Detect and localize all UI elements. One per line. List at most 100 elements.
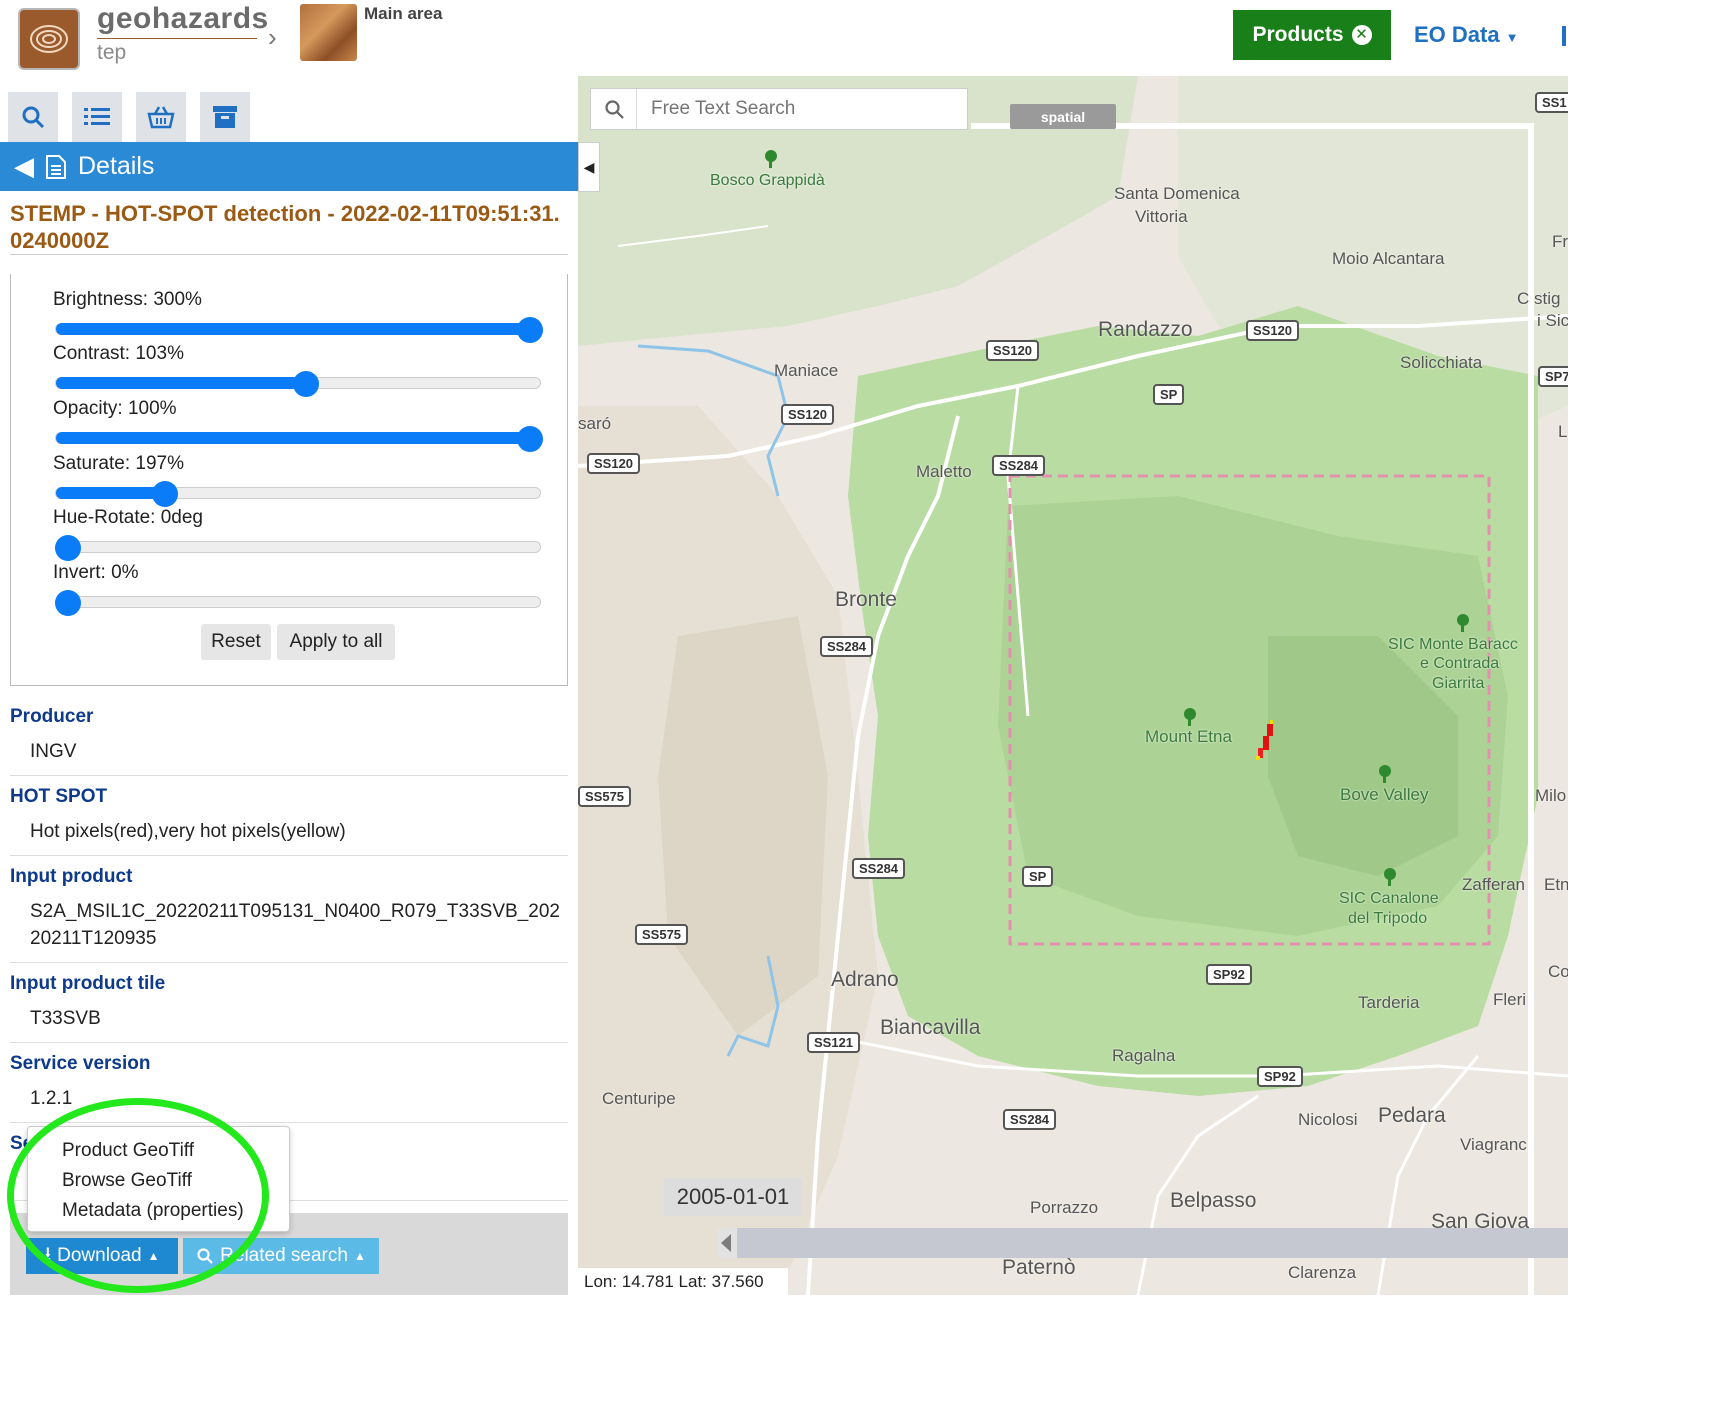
road-sign-label: SP7 xyxy=(1538,366,1568,387)
filter-slider[interactable] xyxy=(55,317,543,343)
meta-value: T33SVB xyxy=(30,1008,101,1029)
products-button[interactable]: Products ✕ xyxy=(1233,10,1391,60)
slider-label: Opacity: 100% xyxy=(53,398,177,419)
filter-slider[interactable] xyxy=(55,590,541,616)
map-view[interactable]: Bosco Grappidà Santa Domenica Vittoria Moio… xyxy=(578,76,1568,1295)
archive-icon xyxy=(213,106,237,128)
road-sign-label: SS120 xyxy=(781,404,835,425)
filter-slider[interactable] xyxy=(55,426,543,452)
filter-slider[interactable] xyxy=(55,481,541,507)
free-text-search-input[interactable] xyxy=(637,98,957,120)
map-place-label: Fleri xyxy=(1493,990,1527,1009)
geohazards-logo[interactable] xyxy=(18,8,80,70)
map-place-label: Mount Etna xyxy=(1145,727,1232,746)
map-place-label: Viagranc xyxy=(1460,1135,1527,1154)
slider-label: Contrast: 103% xyxy=(53,343,184,364)
meta-item-input-product-tile: Input product tile T33SVB xyxy=(10,973,568,1043)
map-place-label: del Tripodo xyxy=(1348,910,1428,927)
caret-up-icon: ▲ xyxy=(353,1249,366,1263)
next-menu-edge[interactable] xyxy=(1562,26,1566,46)
tab-basket[interactable] xyxy=(136,92,186,142)
basket-icon xyxy=(147,106,175,129)
caret-down-icon: ▼ xyxy=(1505,30,1519,45)
map-place-label: SIC Monte Baracc xyxy=(1388,636,1518,653)
slider-fill xyxy=(56,377,306,389)
area-thumbnail[interactable] xyxy=(300,4,357,61)
slider-handle[interactable] xyxy=(517,317,543,343)
meta-key: Service version xyxy=(10,1053,151,1074)
map-place-label: Bove Valley xyxy=(1340,785,1429,804)
map-place-label: Etn xyxy=(1544,875,1568,894)
search-icon xyxy=(22,106,45,129)
slider-handle[interactable] xyxy=(517,426,543,452)
road-sign-label: SP92 xyxy=(1206,964,1252,985)
map-place-label: i Sic xyxy=(1537,311,1568,330)
filter-slider[interactable] xyxy=(55,371,541,397)
close-circle-icon[interactable]: ✕ xyxy=(1351,25,1372,45)
map-place-label: Maletto xyxy=(916,462,972,481)
meta-value: S2A_MSIL1C_20220211T095131_N0400_R079_T3… xyxy=(30,901,560,949)
road-sign-label: SS575 xyxy=(578,786,632,807)
map-place-label: Adrano xyxy=(831,968,899,991)
map-place-label: Pedara xyxy=(1378,1104,1446,1127)
document-icon xyxy=(46,154,66,179)
collapse-panel-button[interactable]: ◀ xyxy=(578,142,600,192)
road-sign-label: SS284 xyxy=(992,455,1046,476)
area-label[interactable]: Main area xyxy=(364,4,442,24)
map-place-label: Zafferan xyxy=(1462,875,1526,894)
map-place-label: Bronte xyxy=(835,588,897,611)
tab-archive[interactable] xyxy=(200,92,250,142)
map-place-label: Milo xyxy=(1535,786,1567,805)
timeline-bar[interactable] xyxy=(732,1228,1568,1258)
back-arrow-icon[interactable]: ◀ xyxy=(14,151,34,182)
spatial-filter-badge[interactable]: spatial xyxy=(1010,104,1116,129)
map-place-label: Moio Alcantara xyxy=(1332,249,1445,268)
timeline-handle[interactable] xyxy=(717,1228,737,1258)
reset-button[interactable]: Reset xyxy=(201,624,271,660)
map-place-label: Vittoria xyxy=(1135,207,1188,226)
map-place-label: SIC Canalone xyxy=(1339,890,1439,907)
tab-search[interactable] xyxy=(8,92,58,142)
timeline-date-label: 2005-01-01 xyxy=(664,1178,802,1216)
brand[interactable]: geohazards tep xyxy=(97,2,269,65)
slider-fill xyxy=(56,323,530,335)
slider-fill xyxy=(56,487,166,499)
map-place-label: Paternò xyxy=(1002,1256,1076,1279)
eo-data-label: EO Data xyxy=(1414,22,1500,47)
eo-data-dropdown[interactable]: EO Data ▼ xyxy=(1414,22,1518,48)
map-place-label: Belpasso xyxy=(1170,1189,1257,1212)
meta-key: Input product xyxy=(10,866,133,887)
meta-item-producer: Producer INGV xyxy=(10,706,568,776)
details-header: ◀ Details xyxy=(0,142,578,191)
road-sign-label: SP xyxy=(1153,384,1185,405)
tab-list[interactable] xyxy=(72,92,122,142)
green-highlight-circle xyxy=(7,1098,269,1293)
map-search-box[interactable] xyxy=(590,88,968,130)
slider-handle[interactable] xyxy=(152,481,179,507)
title-divider xyxy=(10,254,568,255)
slider-handle[interactable] xyxy=(55,590,81,616)
map-place-label: C stig xyxy=(1517,289,1561,308)
road-sign-label: SS120 xyxy=(587,453,641,474)
map-place-label: Solicchiata xyxy=(1400,353,1483,372)
contour-logo-icon xyxy=(30,25,68,53)
cursor-coordinates: Lon: 14.781 Lat: 37.560 xyxy=(578,1268,788,1295)
brand-name: geohazards xyxy=(97,2,269,35)
panel-tabs xyxy=(8,92,250,142)
search-icon[interactable] xyxy=(591,89,637,129)
apply-to-all-button[interactable]: Apply to all xyxy=(277,624,395,660)
meta-key: HOT SPOT xyxy=(10,786,108,807)
meta-key: Producer xyxy=(10,706,94,727)
road-sign-label: SS120 xyxy=(986,340,1040,361)
map-place-label: Clarenza xyxy=(1288,1263,1357,1282)
map-place-label: Bosco Grappidà xyxy=(710,172,825,189)
map-place-label: Giarrita xyxy=(1432,675,1485,692)
map-place-label: Biancavilla xyxy=(880,1016,981,1039)
slider-handle[interactable] xyxy=(292,371,319,397)
slider-label: Hue-Rotate: 0deg xyxy=(53,507,203,528)
slider-label: Saturate: 197% xyxy=(53,453,184,474)
filter-slider[interactable] xyxy=(55,535,541,561)
image-filters-panel: Brightness: 300% Contrast: 103% Opacity: 1… xyxy=(10,274,568,686)
road-sign-label: SS1 xyxy=(1535,92,1568,113)
slider-handle[interactable] xyxy=(55,535,81,561)
